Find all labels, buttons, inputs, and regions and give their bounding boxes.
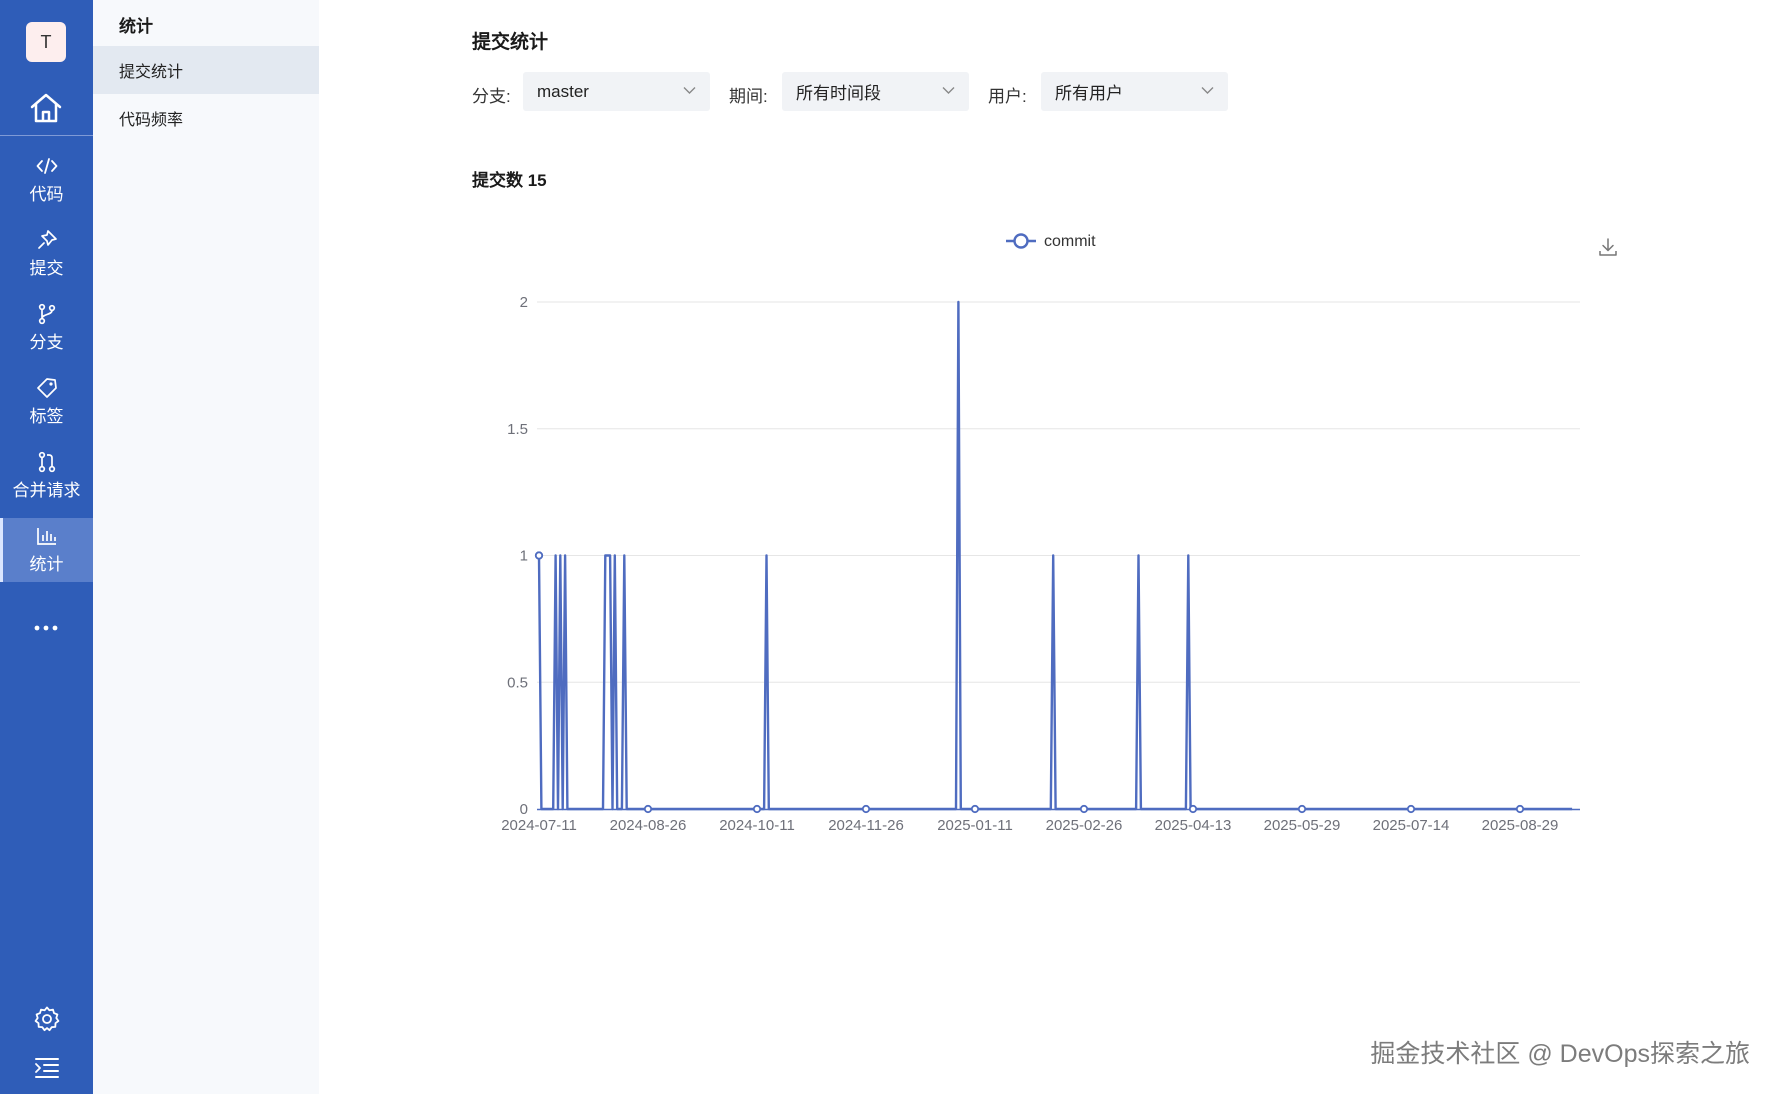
data-point (1515, 804, 1525, 814)
data-point (970, 804, 980, 814)
data-point (752, 804, 762, 814)
x-tick-label: 2025-05-29 (1264, 817, 1341, 834)
x-tick-label: 2024-10-11 (719, 817, 795, 834)
y-tick-label: 1.5 (507, 421, 528, 438)
x-tick-label: 2025-02-26 (1046, 817, 1123, 834)
y-axis-tick-labels: 0 0.5 1 1.5 2 (507, 294, 528, 818)
chart-gridlines (537, 301, 1580, 683)
y-tick-label: 0.5 (507, 674, 528, 691)
x-tick-label: 2025-01-11 (937, 817, 1013, 834)
data-point (1297, 804, 1307, 814)
legend-marker (1013, 233, 1029, 249)
x-axis-tick-labels: 2024-07-11 2024-08-26 2024-10-11 2024-11-26… (501, 817, 1558, 834)
data-point (1406, 804, 1416, 814)
x-tick-label: 2024-08-26 (610, 817, 687, 834)
data-point (643, 804, 653, 814)
data-point (534, 551, 544, 560)
x-tick-label: 2024-07-11 (501, 817, 577, 834)
data-point (861, 804, 871, 814)
x-tick-label: 2024-11-26 (828, 817, 904, 834)
data-point (1079, 804, 1089, 814)
y-tick-label: 0 (520, 801, 528, 818)
y-tick-label: 1 (520, 548, 528, 565)
legend-label: commit (1044, 233, 1096, 250)
y-tick-label: 2 (520, 294, 528, 311)
data-point (1188, 804, 1198, 814)
chart-legend: commit (1006, 233, 1096, 250)
x-tick-label: 2025-07-14 (1373, 817, 1450, 834)
x-tick-label: 2025-08-29 (1482, 817, 1559, 834)
watermark: 掘金技术社区 @ DevOps探索之旅 (1370, 1040, 1750, 1068)
commit-line-chart: 0 0.5 1 1.5 2 2024-07-11 2024-08-26 2024-10-11… (501, 233, 1580, 834)
x-tick-label: 2025-04-13 (1155, 817, 1232, 834)
